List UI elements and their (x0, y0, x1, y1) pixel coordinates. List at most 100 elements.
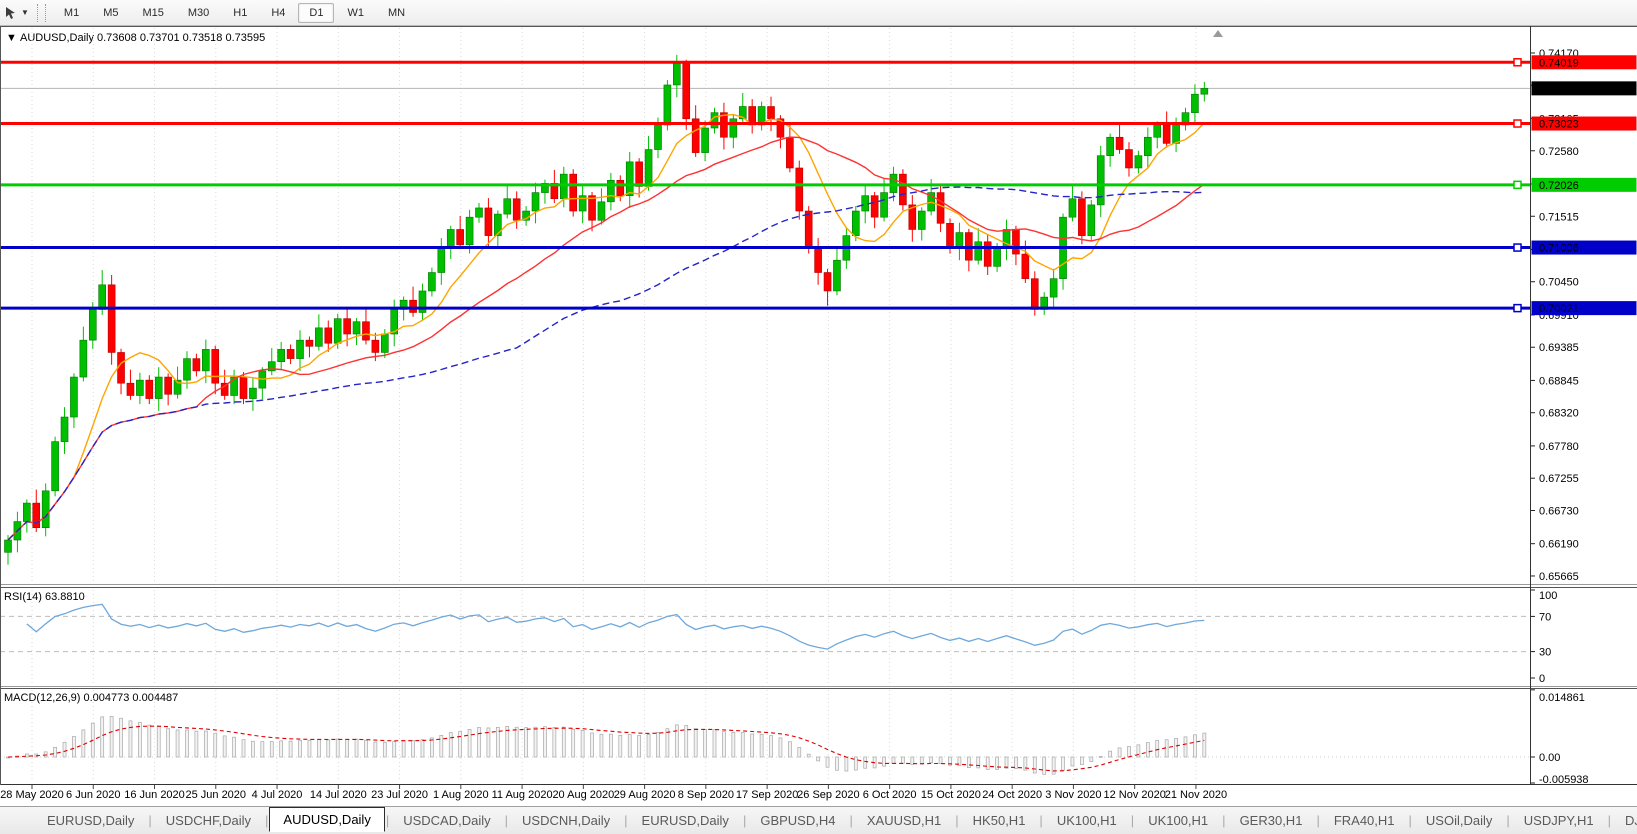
chart-tab-fra40-h1[interactable]: FRA40,H1 (1321, 810, 1408, 831)
chart-canvas[interactable]: AUDUSD,Daily 0.73608 0.73701 0.73518 0.7… (0, 0, 1637, 806)
macd-histogram-bar (412, 741, 415, 757)
candle-body (871, 196, 878, 218)
price-axis-label: 0.68320 (1539, 408, 1579, 420)
macd-histogram-bar (675, 725, 678, 757)
macd-histogram-bar (1099, 756, 1102, 757)
chart-collapse-icon[interactable]: ▼ (6, 32, 17, 44)
macd-histogram-bar (883, 757, 886, 766)
cursor-tool-button[interactable]: ▼ (0, 2, 35, 23)
macd-histogram-bar (996, 757, 999, 769)
macd-histogram-bar (1043, 757, 1046, 774)
chart-tab-usdjpy-h1[interactable]: USDJPY,H1 (1511, 810, 1607, 831)
date-label: 12 Nov 2020 (1103, 789, 1165, 801)
candle-body (457, 229, 464, 244)
chart-tab-ger30-h1[interactable]: GER30,H1 (1227, 810, 1316, 831)
price-axis-label: 0.70450 (1539, 277, 1579, 289)
chart-tab-usdcnh-daily[interactable]: USDCNH,Daily (509, 810, 623, 831)
macd-histogram-bar (214, 733, 217, 757)
timeframe-button-h1[interactable]: H1 (222, 3, 258, 23)
chart-tab-usdchf-daily[interactable]: USDCHF,Daily (153, 810, 264, 831)
chart-tab-usoil-daily[interactable]: USOil,Daily (1413, 810, 1505, 831)
level-line-handle[interactable] (1514, 59, 1521, 66)
level-line-handle[interactable] (1514, 305, 1521, 312)
level-price-badge-label: 0.74019 (1539, 57, 1579, 69)
candle-body (42, 491, 49, 528)
macd-histogram-bar (364, 740, 367, 757)
macd-histogram-bar (1052, 757, 1055, 774)
timeframe-button-h4[interactable]: H4 (260, 3, 296, 23)
macd-histogram-bar (120, 718, 123, 757)
chart-tab-uk100-h1[interactable]: UK100,H1 (1044, 810, 1130, 831)
macd-histogram-bar (289, 741, 292, 757)
macd-histogram-bar (129, 721, 132, 757)
chart-tab-dj30-daily[interactable]: DJ30,Daily (1612, 810, 1637, 831)
level-line-handle[interactable] (1514, 244, 1521, 251)
candle-body (805, 211, 812, 248)
chart-tab-eurusd-daily[interactable]: EURUSD,Daily (629, 810, 742, 831)
macd-histogram-bar (788, 742, 791, 757)
macd-histogram-bar (581, 730, 584, 757)
candle-body (183, 359, 190, 381)
candle-body (306, 340, 313, 346)
macd-histogram-bar (817, 757, 820, 761)
candle-body (560, 174, 567, 199)
chart-shift-marker-icon[interactable] (1213, 30, 1223, 37)
macd-histogram-bar (572, 729, 575, 757)
timeframe-button-m5[interactable]: M5 (92, 3, 129, 23)
chart-tab-eurusd-daily[interactable]: EURUSD,Daily (34, 810, 147, 831)
candle-body (80, 340, 87, 377)
macd-axis-label: 0.014861 (1539, 692, 1585, 704)
candle-body (994, 248, 1001, 266)
macd-histogram-bar (666, 729, 669, 757)
timeframe-button-m15[interactable]: M15 (131, 3, 174, 23)
candle-body (702, 128, 709, 153)
chart-tab-xauusd-h1[interactable]: XAUUSD,H1 (854, 810, 954, 831)
chart-tabs: EURUSD,Daily|USDCHF,Daily|AUDUSD,Daily|U… (34, 810, 1637, 832)
candle-body (1201, 88, 1208, 94)
timeframe-button-w1[interactable]: W1 (336, 3, 375, 23)
macd-histogram-bar (722, 732, 725, 757)
candle-body (249, 388, 256, 398)
chart-tab-audusd-daily[interactable]: AUDUSD,Daily (269, 807, 384, 832)
candle-body (918, 211, 925, 229)
timeframe-button-m1[interactable]: M1 (53, 3, 90, 23)
candle-body (833, 260, 840, 291)
macd-histogram-bar (751, 734, 754, 757)
macd-histogram-bar (807, 754, 810, 757)
toolbar: ▼ M1M5M15M30H1H4D1W1MN (0, 0, 1637, 26)
macd-histogram-bar (167, 729, 170, 757)
candle-body (1069, 199, 1076, 217)
toolbar-grip[interactable] (37, 4, 46, 22)
chart-tab-hk50-h1[interactable]: HK50,H1 (960, 810, 1039, 831)
candle-body (881, 193, 888, 218)
macd-histogram-bar (628, 734, 631, 757)
timeframe-button-mn[interactable]: MN (377, 3, 416, 23)
candle-body (1031, 279, 1038, 310)
level-price-badge-label: 0.71006 (1539, 243, 1579, 255)
macd-histogram-bar (393, 742, 396, 757)
chart-tab-gbpusd-h4[interactable]: GBPUSD,H4 (747, 810, 848, 831)
level-line-handle[interactable] (1514, 120, 1521, 127)
macd-histogram-bar (1071, 757, 1074, 766)
candle-body (664, 85, 671, 125)
cursor-dropdown-arrow-icon[interactable]: ▼ (21, 8, 29, 17)
chart-tab-usdcad-daily[interactable]: USDCAD,Daily (390, 810, 503, 831)
macd-histogram-bar (732, 732, 735, 757)
candle-body (372, 340, 379, 352)
macd-histogram-bar (534, 727, 537, 757)
candle-body (315, 328, 322, 346)
date-label: 29 Aug 2020 (614, 789, 676, 801)
rsi-axis-label: 30 (1539, 647, 1551, 659)
chart-tab-uk100-h1[interactable]: UK100,H1 (1135, 810, 1221, 831)
candle-body (1022, 254, 1029, 279)
candle-body (410, 300, 417, 312)
macd-histogram-bar (82, 730, 85, 757)
level-line-handle[interactable] (1514, 181, 1521, 188)
macd-histogram-bar (185, 730, 188, 757)
date-label: 8 Sep 2020 (678, 789, 734, 801)
timeframe-button-d1[interactable]: D1 (298, 3, 334, 23)
candle-body (136, 380, 143, 395)
timeframe-button-m30[interactable]: M30 (177, 3, 220, 23)
macd-histogram-bar (854, 757, 857, 770)
chart-title: AUDUSD,Daily 0.73608 0.73701 0.73518 0.7… (20, 32, 265, 44)
